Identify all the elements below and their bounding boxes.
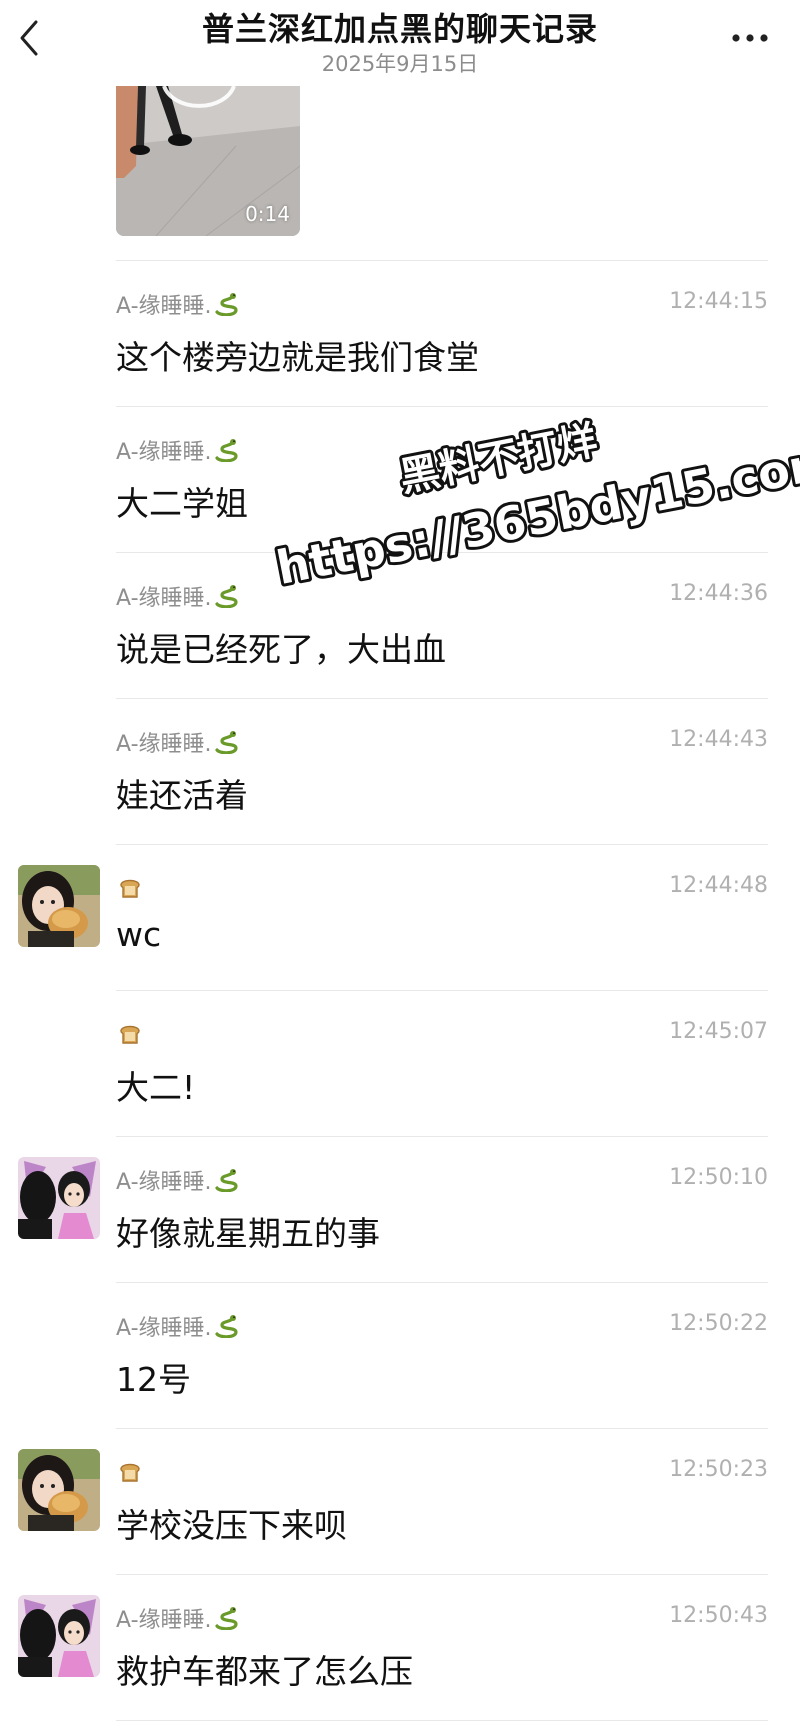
sender-name: A-缘睡睡. (116, 732, 212, 757)
message-text: 救护车都来了怎么压 (116, 1652, 413, 1691)
chat-record-item[interactable]: A-缘睡睡. 12:44:36 说是已经死了，大出血 (0, 553, 800, 699)
snake-emoji-icon (214, 438, 240, 463)
chat-record-item[interactable]: 12:45:07 大二! (0, 991, 800, 1137)
anime-fairy-avatar-image (18, 1157, 100, 1239)
bread-emoji-icon (118, 876, 144, 900)
avatar[interactable] (18, 1449, 100, 1531)
girl-bread-avatar-image (18, 865, 100, 947)
sender-row (116, 873, 144, 903)
chat-record-item[interactable]: A-缘睡睡. 12:44:43 娃还活着 (0, 699, 800, 845)
sender-name: A-缘睡睡. (116, 1170, 212, 1195)
message-timestamp: 12:44:48 (669, 873, 768, 898)
page-date: 2025年9月15日 (321, 52, 479, 76)
video-duration: 0:14 (245, 202, 290, 226)
chat-record-item[interactable]: A-缘睡睡. 大二学姐 (0, 407, 800, 553)
message-text: wc (116, 915, 162, 954)
message-timestamp: 12:44:43 (669, 727, 768, 752)
message-text: 大二学姐 (116, 484, 248, 523)
sender-name: A-缘睡睡. (116, 294, 212, 319)
avatar[interactable] (18, 1595, 100, 1677)
more-horizontal-icon (732, 34, 768, 42)
divider (116, 1720, 768, 1721)
chat-record-item[interactable]: A-缘睡睡. 12:44:15 这个楼旁边就是我们食堂 (0, 261, 800, 407)
message-text: 学校没压下来呗 (116, 1506, 347, 1545)
message-text: 这个楼旁边就是我们食堂 (116, 338, 479, 377)
snake-emoji-icon (214, 1606, 240, 1631)
sender-name: A-缘睡睡. (116, 586, 212, 611)
sender-row: A-缘睡睡. (116, 581, 240, 611)
bread-emoji-icon (118, 1022, 144, 1046)
sender-name: A-缘睡睡. (116, 1316, 212, 1341)
snake-emoji-icon (214, 584, 240, 609)
chat-record-item[interactable]: A-缘睡睡. 12:50:22 12号 (0, 1283, 800, 1429)
sender-row: A-缘睡睡. (116, 1603, 240, 1633)
chat-history-header: 普兰深红加点黑的聊天记录 2025年9月15日 (0, 0, 800, 86)
anime-fairy-avatar-image (18, 1595, 100, 1677)
message-timestamp: 12:50:23 (669, 1457, 768, 1482)
snake-emoji-icon (214, 730, 240, 755)
message-timestamp: 12:44:15 (669, 289, 768, 314)
snake-emoji-icon (214, 1168, 240, 1193)
sender-row: A-缘睡睡. (116, 1311, 240, 1341)
sender-row (116, 1019, 144, 1049)
sender-name: A-缘睡睡. (116, 1608, 212, 1633)
chat-record-item[interactable]: A-缘睡睡. 12:50:43 救护车都来了怎么压 (0, 1575, 800, 1721)
message-timestamp: 12:44:36 (669, 581, 768, 606)
message-timestamp: 12:50:22 (669, 1311, 768, 1336)
sender-name: A-缘睡睡. (116, 440, 212, 465)
video-message[interactable]: 0:14 (116, 86, 300, 236)
avatar[interactable] (18, 865, 100, 947)
page-title: 普兰深红加点黑的聊天记录 (201, 10, 598, 48)
sender-row: A-缘睡睡. (116, 1165, 240, 1195)
chat-record-item[interactable]: A-缘睡睡. 12:50:10 好像就星期五的事 (0, 1137, 800, 1283)
more-button[interactable] (728, 24, 772, 52)
chat-record-item[interactable]: 12:50:23 学校没压下来呗 (0, 1429, 800, 1575)
message-text: 好像就星期五的事 (116, 1214, 380, 1253)
message-text: 大二! (116, 1068, 196, 1107)
snake-emoji-icon (214, 1314, 240, 1339)
snake-emoji-icon (214, 292, 240, 317)
bread-emoji-icon (118, 1460, 144, 1484)
avatar[interactable] (18, 1157, 100, 1239)
sender-row (116, 1457, 144, 1487)
message-timestamp: 12:45:07 (669, 1019, 768, 1044)
sender-row: A-缘睡睡. (116, 435, 240, 465)
sender-row: A-缘睡睡. (116, 289, 240, 319)
message-text: 娃还活着 (116, 776, 248, 815)
message-timestamp: 12:50:10 (669, 1165, 768, 1190)
girl-bread-avatar-image (18, 1449, 100, 1531)
sender-row: A-缘睡睡. (116, 727, 240, 757)
message-text: 12号 (116, 1360, 191, 1399)
chat-record-item[interactable]: 12:44:48 wc (0, 845, 800, 991)
message-text: 说是已经死了，大出血 (116, 630, 446, 669)
message-timestamp: 12:50:43 (669, 1603, 768, 1628)
